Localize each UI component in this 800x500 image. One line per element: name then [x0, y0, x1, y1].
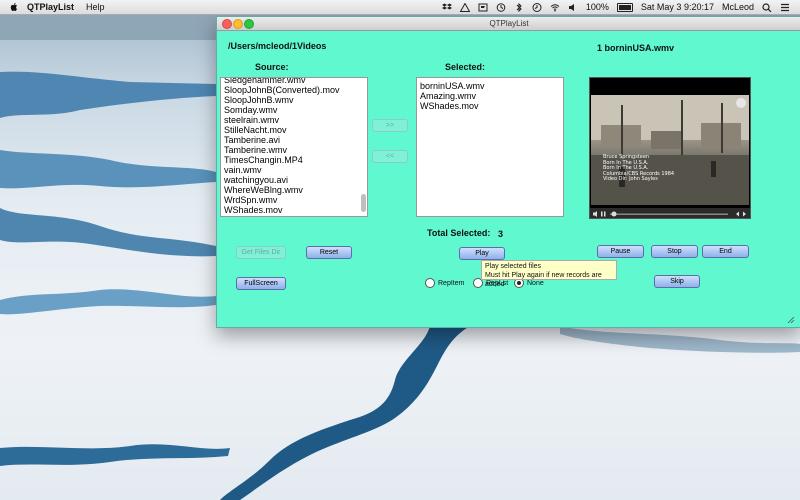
- dropbox-icon[interactable]: [441, 3, 452, 12]
- video-frame[interactable]: Bruce Springsteen Born In The U.S.A. Bor…: [591, 95, 749, 205]
- list-item[interactable]: TimesChangin.MP4: [224, 155, 364, 165]
- stop-button[interactable]: Stop: [651, 245, 698, 258]
- resize-grip-icon[interactable]: [787, 316, 795, 324]
- list-item[interactable]: WhereWeBlng.wmv: [224, 185, 364, 195]
- triangle-icon[interactable]: [459, 2, 470, 12]
- time-machine-icon[interactable]: [496, 2, 506, 12]
- fullscreen-button[interactable]: FullScreen: [236, 277, 286, 290]
- apple-icon[interactable]: [10, 2, 18, 12]
- scrollbar-thumb[interactable]: [361, 194, 366, 212]
- skip-button[interactable]: Skip: [654, 275, 700, 288]
- list-item[interactable]: steelrain.wmv: [224, 115, 364, 125]
- source-list[interactable]: Sledgehammer.wmv SloopJohnB(Converted).m…: [220, 77, 368, 217]
- notification-list-icon[interactable]: [780, 3, 790, 12]
- play-tooltip: Play selected files Must hit Play again …: [481, 260, 617, 288]
- rewind-icon[interactable]: [736, 211, 739, 217]
- video-controls: [590, 208, 750, 218]
- list-item[interactable]: Sledgehammer.wmv: [224, 78, 364, 85]
- volume-icon[interactable]: [593, 211, 597, 217]
- help-menu[interactable]: Help: [86, 2, 105, 12]
- get-files-dir-button[interactable]: Get Files Dir: [236, 246, 286, 259]
- list-item[interactable]: WShades.mov: [224, 205, 364, 215]
- close-icon[interactable]: [222, 19, 232, 29]
- list-item[interactable]: watchingyou.avi: [224, 175, 364, 185]
- source-label: Source:: [255, 62, 289, 72]
- app-menu[interactable]: QTPlayList: [27, 2, 74, 12]
- video-caption: Bruce Springsteen Born In The U.S.A. Bor…: [603, 154, 675, 182]
- total-selected-label: Total Selected:: [427, 228, 491, 238]
- radio-dot[interactable]: [425, 278, 435, 288]
- pause-button[interactable]: Pause: [597, 245, 644, 258]
- total-selected-value: 3: [498, 229, 504, 239]
- volume-icon[interactable]: [568, 3, 578, 12]
- list-item[interactable]: SloopJohnB.wmv: [224, 95, 364, 105]
- play-button[interactable]: Play: [459, 247, 505, 260]
- window-title: QTPlayList: [489, 19, 529, 28]
- list-item[interactable]: Amazing.wmv: [420, 91, 560, 101]
- now-playing-title: 1 borninUSA.wmv: [597, 43, 675, 53]
- forward-icon[interactable]: [743, 211, 746, 217]
- move-left-button[interactable]: <<: [372, 150, 408, 163]
- battery-percent: 100%: [585, 2, 609, 12]
- status-area: 100% Sat May 3 9:20:17 McLeod: [441, 0, 790, 14]
- minimize-icon[interactable]: [233, 19, 243, 29]
- search-icon[interactable]: [762, 2, 772, 12]
- clock[interactable]: Sat May 3 9:20:17: [641, 2, 714, 12]
- video-player[interactable]: Bruce Springsteen Born In The U.S.A. Bor…: [589, 77, 751, 219]
- list-item[interactable]: Tamberine.wmv: [224, 145, 364, 155]
- user-menu[interactable]: McLeod: [722, 2, 754, 12]
- list-item[interactable]: Tamberine.avi: [224, 135, 364, 145]
- directory-path: /Users/mcleod/1Videos: [228, 41, 327, 51]
- wifi-icon[interactable]: [550, 3, 560, 12]
- pause-icon[interactable]: [601, 211, 606, 217]
- list-item[interactable]: WrdSpn.wmv: [224, 195, 364, 205]
- source-scrollbar[interactable]: [361, 80, 366, 214]
- window-titlebar[interactable]: QTPlayList: [217, 17, 800, 31]
- battery-icon[interactable]: [616, 2, 633, 12]
- list-item[interactable]: Somday.wmv: [224, 105, 364, 115]
- list-item[interactable]: vain.wmv: [224, 165, 364, 175]
- end-button[interactable]: End: [702, 245, 749, 258]
- flag-icon[interactable]: [478, 3, 488, 12]
- zoom-icon[interactable]: [244, 19, 254, 29]
- clock-icon[interactable]: [532, 2, 542, 12]
- reset-button[interactable]: Reset: [306, 246, 352, 259]
- move-right-button[interactable]: >>: [372, 119, 408, 132]
- video-scene: [591, 95, 749, 205]
- list-item[interactable]: borninUSA.wmv: [420, 81, 560, 91]
- timeline-slider[interactable]: [610, 211, 728, 217]
- menu-bar: QTPlayList Help 100% Sat May 3 9:20:17 M…: [0, 0, 800, 15]
- repeat-item-radio[interactable]: RepItem: [425, 278, 464, 288]
- bluetooth-icon[interactable]: [514, 2, 524, 12]
- selected-list[interactable]: borninUSA.wmv Amazing.wmv WShades.mov: [416, 77, 564, 217]
- selected-label: Selected:: [445, 62, 486, 72]
- list-item[interactable]: StilleNacht.mov: [224, 125, 364, 135]
- list-item[interactable]: WShades.mov: [420, 101, 560, 111]
- list-item[interactable]: SloopJohnB(Converted).mov: [224, 85, 364, 95]
